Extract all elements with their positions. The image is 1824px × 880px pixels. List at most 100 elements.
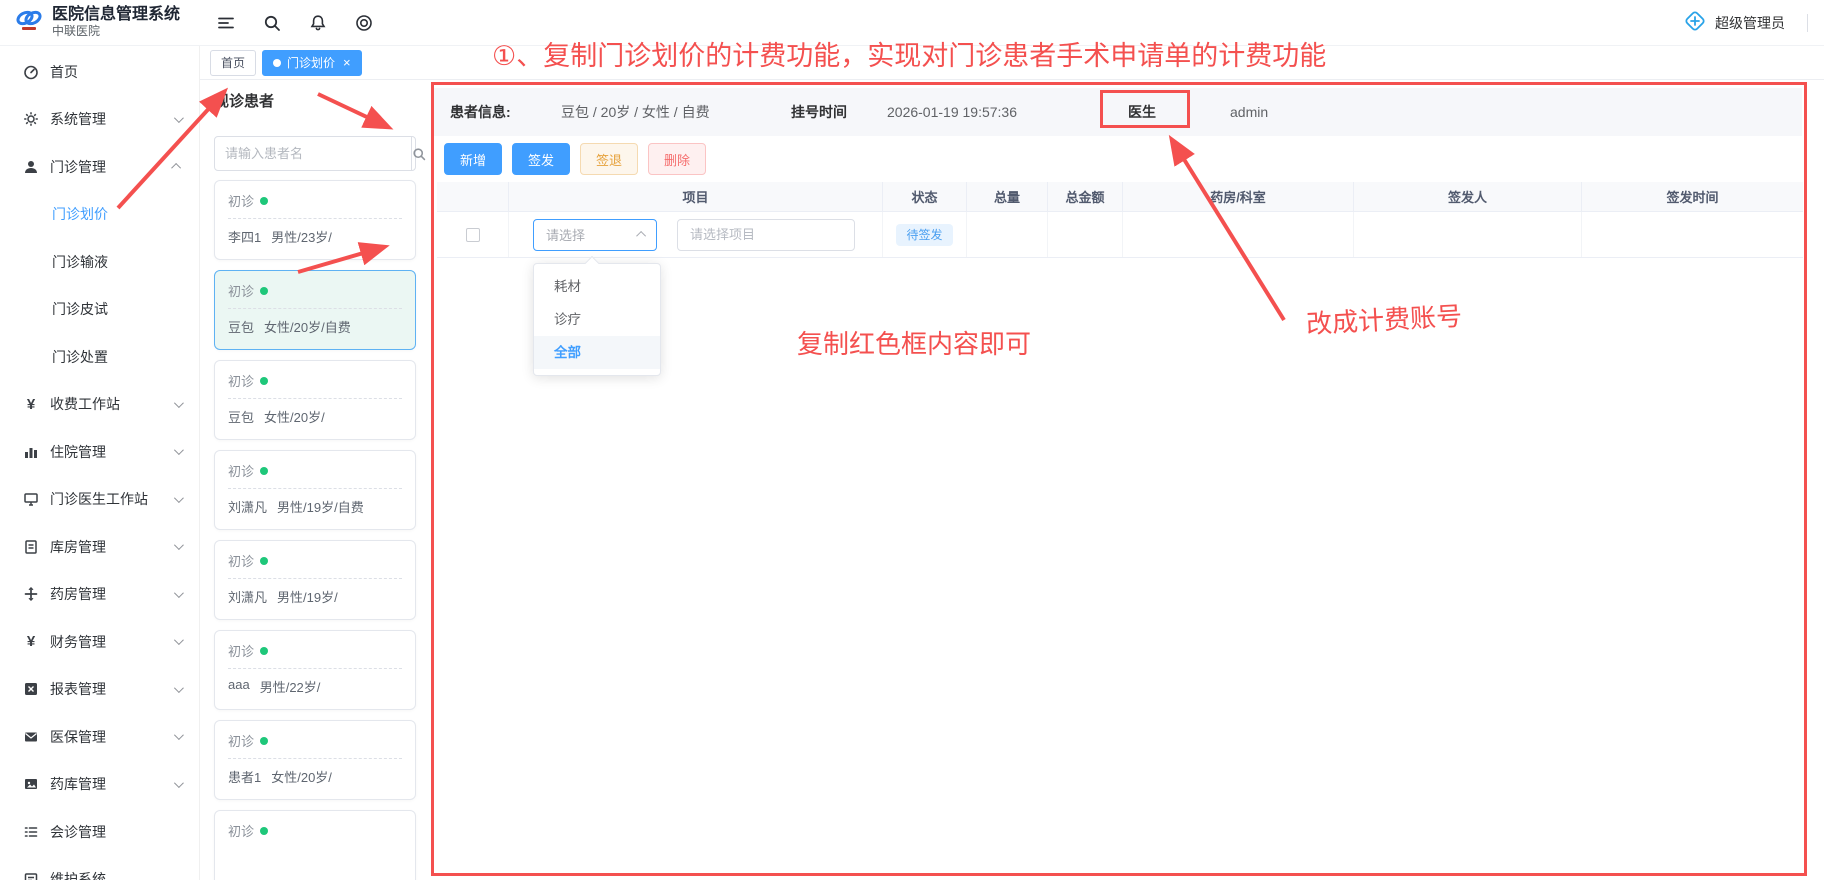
list-icon (22, 823, 40, 841)
dropdown-option-treatment[interactable]: 诊疗 (534, 303, 660, 336)
patient-name: 刘潇凡 (228, 587, 267, 606)
patient-name: aaa (228, 677, 250, 696)
patient-card[interactable]: 初诊 aaa男性/22岁/ (214, 630, 416, 710)
sidebar-item-label: 医保管理 (50, 727, 174, 747)
sidebar-item-pharmacy-mgmt[interactable]: 药房管理 (0, 571, 199, 619)
col-pharmacy-dept: 药房/科室 (1123, 182, 1354, 211)
sidebar-item-label: 住院管理 (50, 442, 174, 462)
sidebar-item-drugstore-mgmt[interactable]: 药库管理 (0, 761, 199, 809)
search-icon[interactable] (411, 137, 426, 170)
hospital-name: 中联医院 (52, 24, 180, 39)
dropdown-option-consumables[interactable]: 耗材 (534, 270, 660, 303)
sidebar-item-label: 系统管理 (50, 109, 174, 129)
add-button[interactable]: 新增 (444, 143, 502, 175)
patient-card[interactable]: 初诊 豆包女性/20岁/ (214, 360, 416, 440)
sidebar-item-insurance-mgmt[interactable]: 医保管理 (0, 713, 199, 761)
table-row: 请选择 待签发 (437, 212, 1803, 258)
patient-info-bar: 患者信息: 豆包 / 20岁 / 女性 / 自费 挂号时间 2026-01-19… (434, 88, 1802, 136)
topbar-icons (216, 0, 374, 46)
card-divider (228, 398, 402, 399)
collapse-menu-icon[interactable] (216, 13, 236, 33)
document-icon (22, 538, 40, 556)
hospital-his-screen: 医院信息管理系统 中联医院 超级管理员 (0, 0, 1824, 880)
sidebar-subitem-label: 门诊皮试 (52, 299, 181, 319)
category-select-placeholder: 请选择 (546, 225, 639, 244)
sign-issue-button[interactable]: 签发 (512, 143, 570, 175)
status-dot-icon (260, 467, 268, 475)
sidebar-item-label: 库房管理 (50, 537, 174, 557)
doctor-label: 医生 (1128, 88, 1156, 136)
sidebar-item-home[interactable]: 首页 (0, 48, 199, 96)
chart-icon (22, 443, 40, 461)
register-time-label: 挂号时间 (791, 88, 847, 136)
patient-card-list: 初诊 李四1男性/23岁/ 初诊 豆包女性/20岁/自费 初诊 豆包女性/20岁… (214, 180, 416, 880)
sidebar-item-outpatient-treatment[interactable]: 门诊处置 (0, 333, 199, 381)
notification-bell-icon[interactable] (308, 13, 328, 33)
chevron-down-icon (174, 540, 184, 550)
tab-outpatient-pricing[interactable]: 门诊划价 × (262, 50, 362, 76)
row-checkbox[interactable] (466, 228, 480, 242)
card-divider (228, 218, 402, 219)
maintenance-icon (22, 870, 40, 880)
category-select[interactable]: 请选择 (533, 219, 657, 251)
patient-card[interactable]: 初诊 刘潇凡男性/19岁/自费 (214, 450, 416, 530)
patient-info-label: 患者信息: (450, 88, 511, 136)
monitor-icon (22, 490, 40, 508)
chevron-down-icon (174, 635, 184, 645)
tab-home[interactable]: 首页 (210, 50, 256, 76)
patient-card[interactable]: 初诊 患者1女性/20岁/ (214, 720, 416, 800)
sidebar-item-maintenance[interactable]: 维护系统 (0, 856, 199, 880)
patient-card[interactable]: 初诊 李四1男性/23岁/ (214, 180, 416, 260)
patient-card[interactable]: 初诊 (214, 810, 416, 880)
sidebar-item-inpatient-mgmt[interactable]: 住院管理 (0, 428, 199, 476)
visit-type-label: 初诊 (228, 551, 254, 570)
sidebar: 首页 系统管理 门诊管理 门诊划价 门诊输液 门诊皮试 门诊处置 ¥ 收费工作站 (0, 46, 200, 880)
col-issue-time: 签发时间 (1582, 182, 1803, 211)
register-time-value: 2026-01-19 19:57:36 (887, 88, 1017, 136)
user-menu[interactable]: 超级管理员 (1683, 0, 1808, 46)
sidebar-item-warehouse-mgmt[interactable]: 库房管理 (0, 523, 199, 571)
delete-button[interactable]: 删除 (648, 143, 706, 175)
medical-cross-icon (1683, 9, 1707, 38)
category-dropdown: 耗材 诊疗 全部 (533, 263, 661, 376)
dropdown-option-all[interactable]: 全部 (534, 336, 660, 369)
patient-name: 李四1 (228, 227, 261, 246)
col-total-qty: 总量 (967, 182, 1048, 211)
col-checkbox (437, 182, 509, 211)
chevron-down-icon (174, 398, 184, 408)
sidebar-item-charging-station[interactable]: ¥ 收费工作站 (0, 381, 199, 429)
sidebar-item-outpatient-infusion[interactable]: 门诊输液 (0, 238, 199, 286)
patient-meta: 女性/20岁/ (271, 767, 332, 786)
item-search-input[interactable] (677, 219, 855, 251)
sidebar-item-label: 会诊管理 (50, 822, 181, 842)
col-status: 状态 (883, 182, 967, 211)
patient-meta: 女性/20岁/ (264, 407, 325, 426)
patient-card-selected[interactable]: 初诊 豆包女性/20岁/自费 (214, 270, 416, 350)
close-icon[interactable]: × (343, 56, 351, 69)
sidebar-item-outpatient-pricing[interactable]: 门诊划价 (0, 191, 199, 239)
search-icon[interactable] (262, 13, 282, 33)
patient-name: 豆包 (228, 317, 254, 336)
sign-out-button[interactable]: 签退 (580, 143, 638, 175)
patient-meta: 男性/19岁/ (277, 587, 338, 606)
sidebar-item-report-mgmt[interactable]: 报表管理 (0, 666, 199, 714)
patient-search-input[interactable] (215, 146, 411, 161)
sidebar-item-doctor-station[interactable]: 门诊医生工作站 (0, 476, 199, 524)
sidebar-item-system-mgmt[interactable]: 系统管理 (0, 96, 199, 144)
cell-issue-time (1582, 212, 1803, 257)
sidebar-item-consultation-mgmt[interactable]: 会诊管理 (0, 808, 199, 856)
sidebar-item-outpatient-mgmt[interactable]: 门诊管理 (0, 143, 199, 191)
patient-panel-title: 现诊患者 (214, 90, 274, 111)
chevron-down-icon (174, 778, 184, 788)
sidebar-item-label: 门诊管理 (50, 157, 174, 177)
patient-card[interactable]: 初诊 刘潇凡男性/19岁/ (214, 540, 416, 620)
screenfull-icon[interactable] (354, 13, 374, 33)
status-dot-icon (260, 737, 268, 745)
status-dot-icon (260, 377, 268, 385)
chevron-down-icon (174, 683, 184, 693)
sidebar-item-label: 报表管理 (50, 679, 174, 699)
patient-info-value: 豆包 / 20岁 / 女性 / 自费 (561, 88, 710, 136)
sidebar-item-outpatient-skin-test[interactable]: 门诊皮试 (0, 286, 199, 334)
main-content: 患者信息: 豆包 / 20岁 / 女性 / 自费 挂号时间 2026-01-19… (430, 80, 1824, 880)
sidebar-item-finance-mgmt[interactable]: ¥ 财务管理 (0, 618, 199, 666)
